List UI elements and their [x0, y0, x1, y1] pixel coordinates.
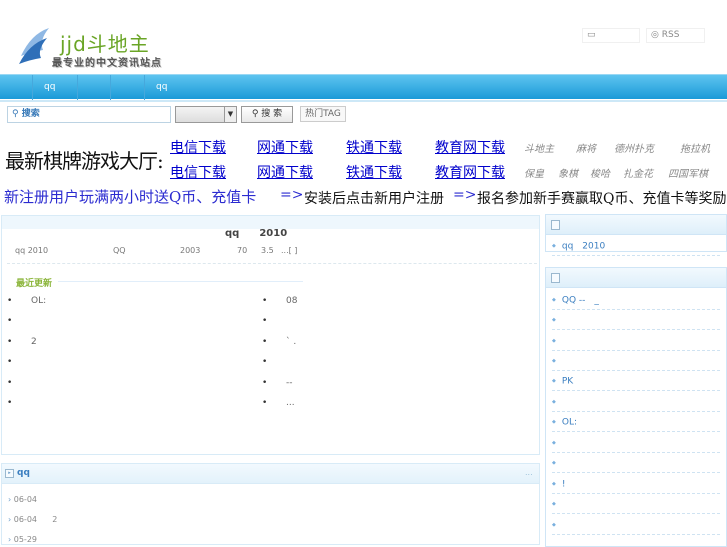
chevron-down-icon: ▼ [224, 107, 236, 122]
summary-text: 3.5 [261, 246, 274, 255]
promo-step-1[interactable]: 新注册用户玩满两小时送Q币、充值卡 [4, 186, 256, 207]
sidebar-item[interactable]: qq 2010 [552, 236, 720, 256]
search-placeholder: 搜索 [21, 109, 40, 119]
search-button[interactable]: ⚲ 搜 索 [241, 106, 293, 123]
sidebar-item[interactable] [552, 453, 720, 473]
logo-text[interactable]: jjd斗地主 [60, 28, 150, 57]
list-item[interactable]: ... [263, 398, 295, 408]
divider [7, 263, 537, 264]
main-nav: qq qq [0, 74, 727, 100]
search-type-select[interactable]: ▼ [175, 106, 237, 123]
search-button-label: 搜 索 [261, 109, 283, 119]
sidebar-item[interactable] [552, 515, 720, 535]
download-netcom[interactable]: 网通下载 [257, 137, 313, 157]
game-link[interactable]: 象棋 [558, 165, 578, 180]
sidebar-item[interactable] [552, 392, 720, 412]
promo-step-3: 报名参加新手赛赢取Q币、充值卡等奖励 [477, 191, 727, 207]
list-item[interactable]: 08 [261, 296, 297, 306]
sidebar-item[interactable]: PK [552, 371, 720, 391]
download-telecom-2[interactable]: 电信下载 [170, 162, 226, 182]
date: 06-04 [13, 515, 37, 524]
list-item[interactable]: › 06-04 [8, 495, 37, 504]
nav-item[interactable] [110, 75, 144, 100]
game-link[interactable]: 麻将 [576, 140, 596, 155]
rss-label: RSS [661, 30, 680, 40]
sidebar-item[interactable] [552, 351, 720, 371]
sidebar-item[interactable] [552, 433, 720, 453]
folder-icon: ▭ [587, 30, 596, 40]
hot-tag-button[interactable]: 热门TAG [300, 106, 346, 122]
arrow-icon: => [280, 187, 304, 203]
summary-text: 70 [237, 246, 248, 255]
sidebar-item[interactable]: QQ -- _ [552, 290, 720, 310]
list-item[interactable]: ` . [261, 337, 296, 347]
bookmark-link[interactable]: ▭ [582, 28, 640, 43]
game-link[interactable]: 德州扑克 [614, 140, 654, 155]
rss-link[interactable]: ◎ RSS [646, 28, 705, 43]
date: 06-04 [13, 495, 37, 504]
read-more-link[interactable]: ...[ ] [281, 246, 297, 255]
game-link[interactable]: 斗地主 [524, 140, 554, 155]
download-edu-2[interactable]: 教育网下载 [435, 162, 505, 182]
download-netcom-2[interactable]: 网通下载 [257, 162, 313, 182]
hall-title: 最新棋牌游戏大厅: [5, 149, 164, 173]
list-item[interactable]: › 06-04 2 [8, 515, 57, 524]
list-item[interactable]: -- [264, 378, 293, 388]
document-icon [551, 273, 560, 283]
document-icon [551, 220, 560, 230]
list-item[interactable]: › 05-29 [8, 535, 37, 544]
arrow-icon: => [453, 187, 477, 203]
play-icon: ▸ [5, 469, 14, 478]
sidebar-item[interactable] [552, 494, 720, 514]
game-link[interactable]: 扎金花 [623, 165, 653, 180]
article-title[interactable]: qq 2010 [225, 224, 287, 239]
search-icon: ⚲ [251, 109, 259, 119]
list-item[interactable]: OL: [7, 296, 46, 306]
nav-item[interactable] [77, 75, 110, 100]
logo-slogan: 最专业的中文资讯站点 [52, 58, 162, 69]
sidebar-item[interactable]: OL: [552, 412, 720, 432]
sidebar-item[interactable] [552, 310, 720, 330]
download-edu[interactable]: 教育网下载 [435, 137, 505, 157]
search-icon: ⚲ [12, 109, 19, 119]
summary-text: qq 2010 [15, 246, 49, 255]
recent-updates-heading: 最近更新 [16, 279, 53, 289]
game-link[interactable]: 四国军棋 [668, 165, 708, 180]
nav-item-qq-2[interactable]: qq [144, 75, 184, 100]
rss-icon: ◎ [651, 30, 659, 40]
game-link[interactable]: 保皇 [524, 165, 544, 180]
box-title[interactable]: qq [17, 468, 30, 478]
summary-text: QQ [113, 246, 126, 255]
download-tietong-2[interactable]: 铁通下载 [346, 162, 402, 182]
game-link[interactable]: 梭哈 [590, 165, 610, 180]
list-item[interactable]: 2 [8, 337, 37, 347]
download-tietong[interactable]: 铁通下载 [346, 137, 402, 157]
logo-icon [19, 28, 49, 64]
date: 05-29 [13, 535, 37, 544]
sidebar-item[interactable]: ! [552, 474, 720, 494]
qq-list-box [1, 463, 540, 545]
nav-item-qq[interactable]: qq [32, 75, 77, 100]
summary-text: 2003 [180, 246, 201, 255]
sidebar-item[interactable] [552, 331, 720, 351]
item-title: 2 [52, 515, 58, 524]
download-telecom[interactable]: 电信下载 [170, 137, 226, 157]
promo-step-2: 安装后点击新用户注册 [304, 191, 444, 207]
game-link[interactable]: 拖拉机 [680, 140, 710, 155]
more-link[interactable]: ... [525, 468, 533, 477]
search-input[interactable]: ⚲ 搜索 [7, 106, 171, 123]
divider [58, 281, 303, 282]
